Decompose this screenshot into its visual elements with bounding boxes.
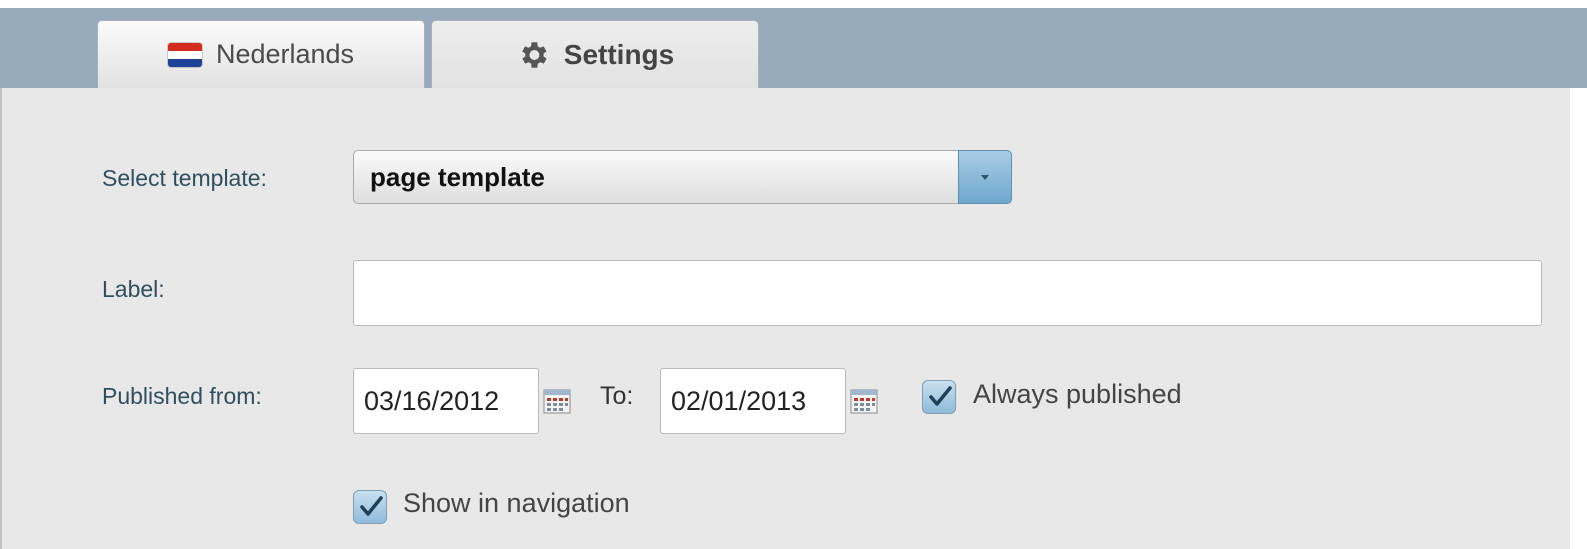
show-in-navigation-checkbox[interactable] (353, 490, 387, 524)
checkmark-icon (929, 386, 952, 406)
template-select[interactable]: page template (353, 150, 1012, 204)
label-field-label: Label: (102, 276, 165, 302)
right-margin (1570, 88, 1587, 549)
chevron-down-icon (981, 174, 989, 180)
netherlands-flag-icon (167, 42, 202, 67)
dropdown-button[interactable] (958, 150, 1012, 204)
tab-label: Nederlands (215, 39, 355, 69)
published-from-input[interactable]: 03/16/2012 (353, 368, 539, 434)
select-template-label: Select template: (102, 165, 267, 191)
to-label: To: (600, 382, 634, 410)
always-published-label[interactable]: Always published (973, 379, 1182, 410)
show-in-navigation-label[interactable]: Show in navigation (403, 488, 630, 519)
calendar-icon[interactable] (543, 388, 571, 414)
top-band (0, 0, 1587, 8)
tab-settings[interactable]: Settings (431, 20, 759, 88)
gear-icon (521, 41, 547, 68)
tab-nederlands[interactable]: Nederlands (97, 20, 425, 88)
label-input[interactable] (353, 260, 1542, 326)
published-from-label: Published from: (102, 383, 262, 409)
calendar-icon[interactable] (850, 388, 878, 414)
published-to-input[interactable]: 02/01/2013 (660, 368, 846, 434)
checkmark-icon (360, 496, 383, 516)
tab-label: Settings (563, 38, 675, 70)
template-select-value: page template (370, 161, 545, 192)
always-published-checkbox[interactable] (922, 380, 956, 414)
